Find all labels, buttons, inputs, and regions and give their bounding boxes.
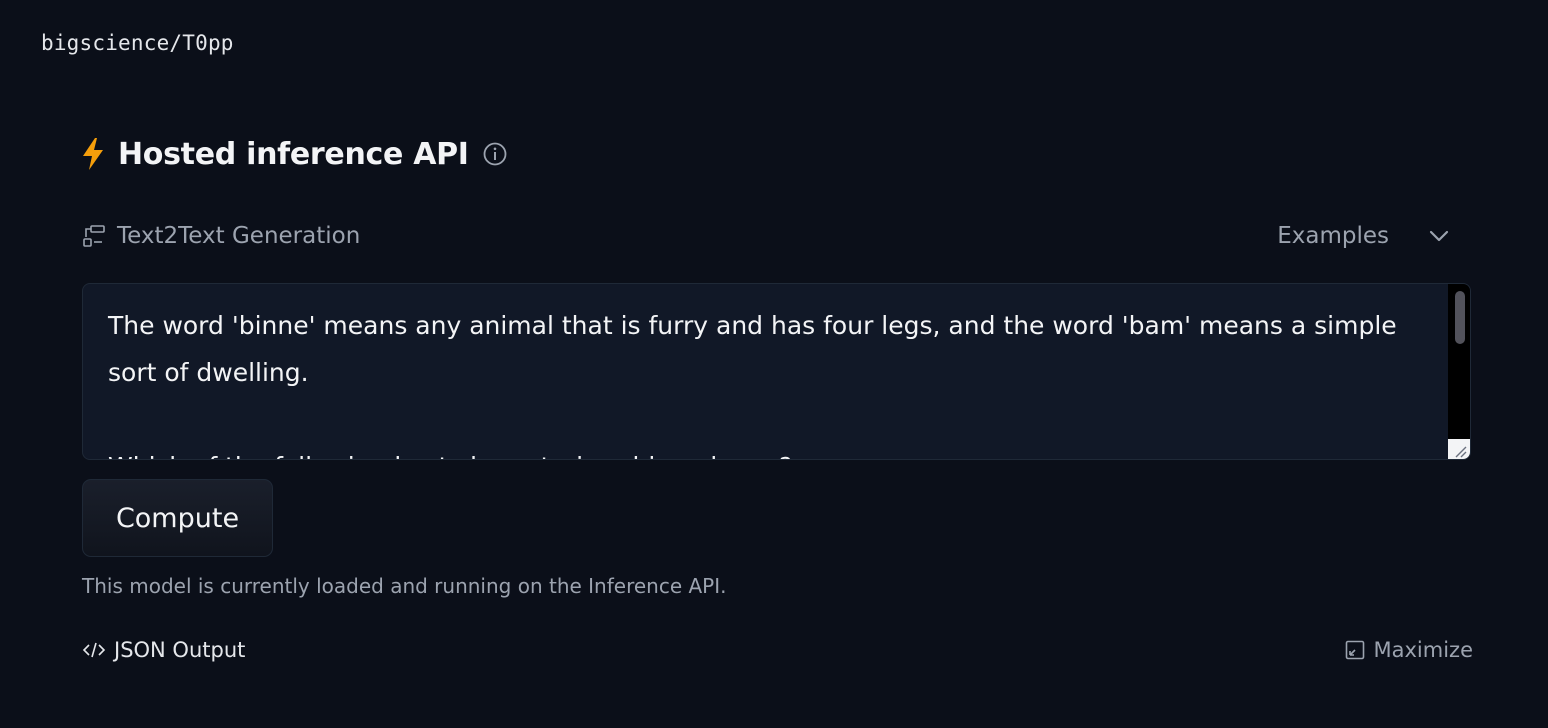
info-icon[interactable]: [483, 142, 507, 166]
maximize-label: Maximize: [1373, 638, 1473, 662]
model-status-text: This model is currently loaded and runni…: [82, 574, 727, 598]
json-output-toggle[interactable]: JSON Output: [82, 638, 245, 662]
api-title: Hosted inference API: [118, 136, 469, 172]
task-label: Text2Text Generation: [117, 223, 361, 249]
task-info: Text2Text Generation: [82, 223, 360, 249]
maximize-button[interactable]: Maximize: [1345, 638, 1473, 662]
scrollbar-thumb[interactable]: [1455, 291, 1465, 344]
maximize-icon: [1345, 640, 1364, 660]
examples-label: Examples: [1277, 223, 1389, 249]
scrollbar[interactable]: [1448, 284, 1470, 444]
text-input-area[interactable]: The word 'binne' means any animal that i…: [82, 283, 1471, 460]
inference-widget: Hosted inference API Text2Text Generatio…: [82, 130, 1473, 662]
model-id: bigscience/T0pp: [41, 31, 234, 55]
input-text[interactable]: The word 'binne' means any animal that i…: [108, 302, 1428, 459]
api-header: Hosted inference API: [82, 130, 1473, 178]
json-output-label: JSON Output: [114, 638, 246, 662]
compute-button[interactable]: Compute: [82, 479, 273, 557]
resize-handle[interactable]: [1448, 439, 1470, 459]
chevron-down-icon: [1429, 230, 1449, 242]
widget-footer: JSON Output Maximize: [82, 635, 1473, 665]
lightning-bolt-icon: [83, 138, 103, 170]
resize-grip-icon: [1455, 446, 1467, 458]
examples-dropdown[interactable]: Examples: [1277, 223, 1451, 249]
text2text-task-icon: [83, 225, 105, 247]
code-icon: [82, 642, 106, 658]
task-row: Text2Text Generation Examples: [82, 216, 1473, 256]
